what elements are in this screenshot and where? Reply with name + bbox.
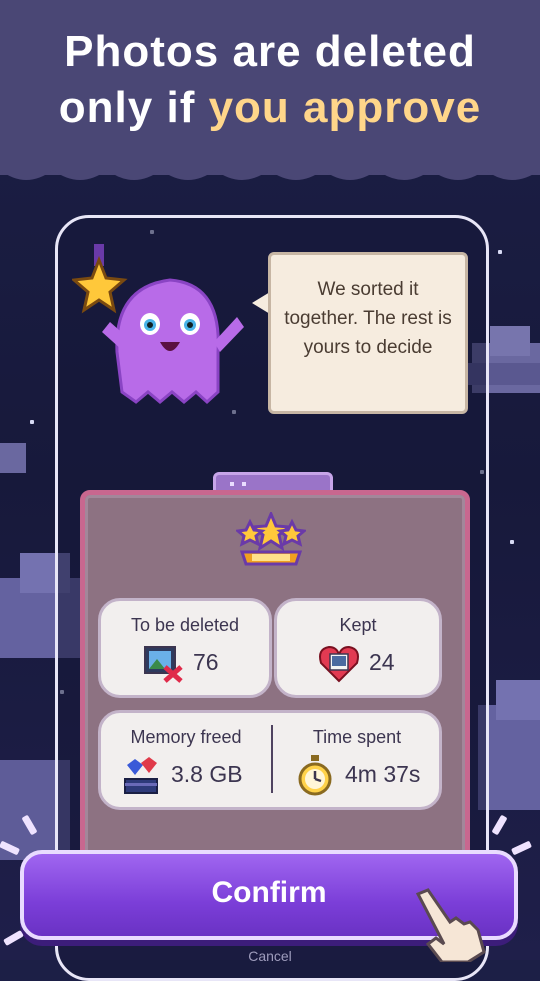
sparkle-right-2 (510, 840, 533, 856)
kept-count: 24 (369, 649, 395, 675)
gems-stack-icon (124, 757, 158, 794)
headline-prefix: only if (58, 83, 209, 132)
kept-card: Kept 24 (274, 598, 442, 698)
heart-photo-icon (319, 645, 359, 683)
headline-line-2: only if you approve (0, 80, 540, 136)
banner-scalloped-edge (0, 150, 540, 180)
to-be-deleted-card: To be deleted 76 (98, 598, 272, 698)
headline-line-1: Photos are deleted (64, 27, 476, 76)
to-be-deleted-count: 76 (193, 649, 219, 675)
speech-bubble-text: We sorted it together. The rest is yours… (284, 279, 452, 358)
headline: Photos are deleted only if you approve (0, 24, 540, 136)
photo-delete-icon (144, 646, 183, 683)
kept-label: Kept (339, 615, 377, 635)
ghost-mascot-icon (72, 244, 244, 405)
time-spent-value: 4m 37s (345, 761, 421, 787)
summary-divider (271, 725, 273, 793)
summary-card: Memory freed 3.8 GB Time spent 4m 37s (98, 710, 442, 810)
stopwatch-icon (298, 755, 332, 796)
cancel-link[interactable]: Cancel (0, 948, 540, 964)
star-medal-icon (72, 255, 128, 314)
to-be-deleted-label: To be deleted (130, 615, 240, 635)
sparkle-right-1 (491, 814, 508, 836)
headline-highlight: you approve (208, 83, 482, 132)
speech-bubble: We sorted it together. The rest is yours… (268, 252, 468, 414)
sparkle-left-3 (3, 929, 24, 947)
trophy-stars-icon (236, 512, 306, 566)
memory-freed-value: 3.8 GB (171, 761, 243, 787)
memory-freed-label: Memory freed (130, 727, 242, 747)
time-spent-label: Time spent (312, 727, 402, 747)
cloud-left-mid (0, 443, 26, 473)
